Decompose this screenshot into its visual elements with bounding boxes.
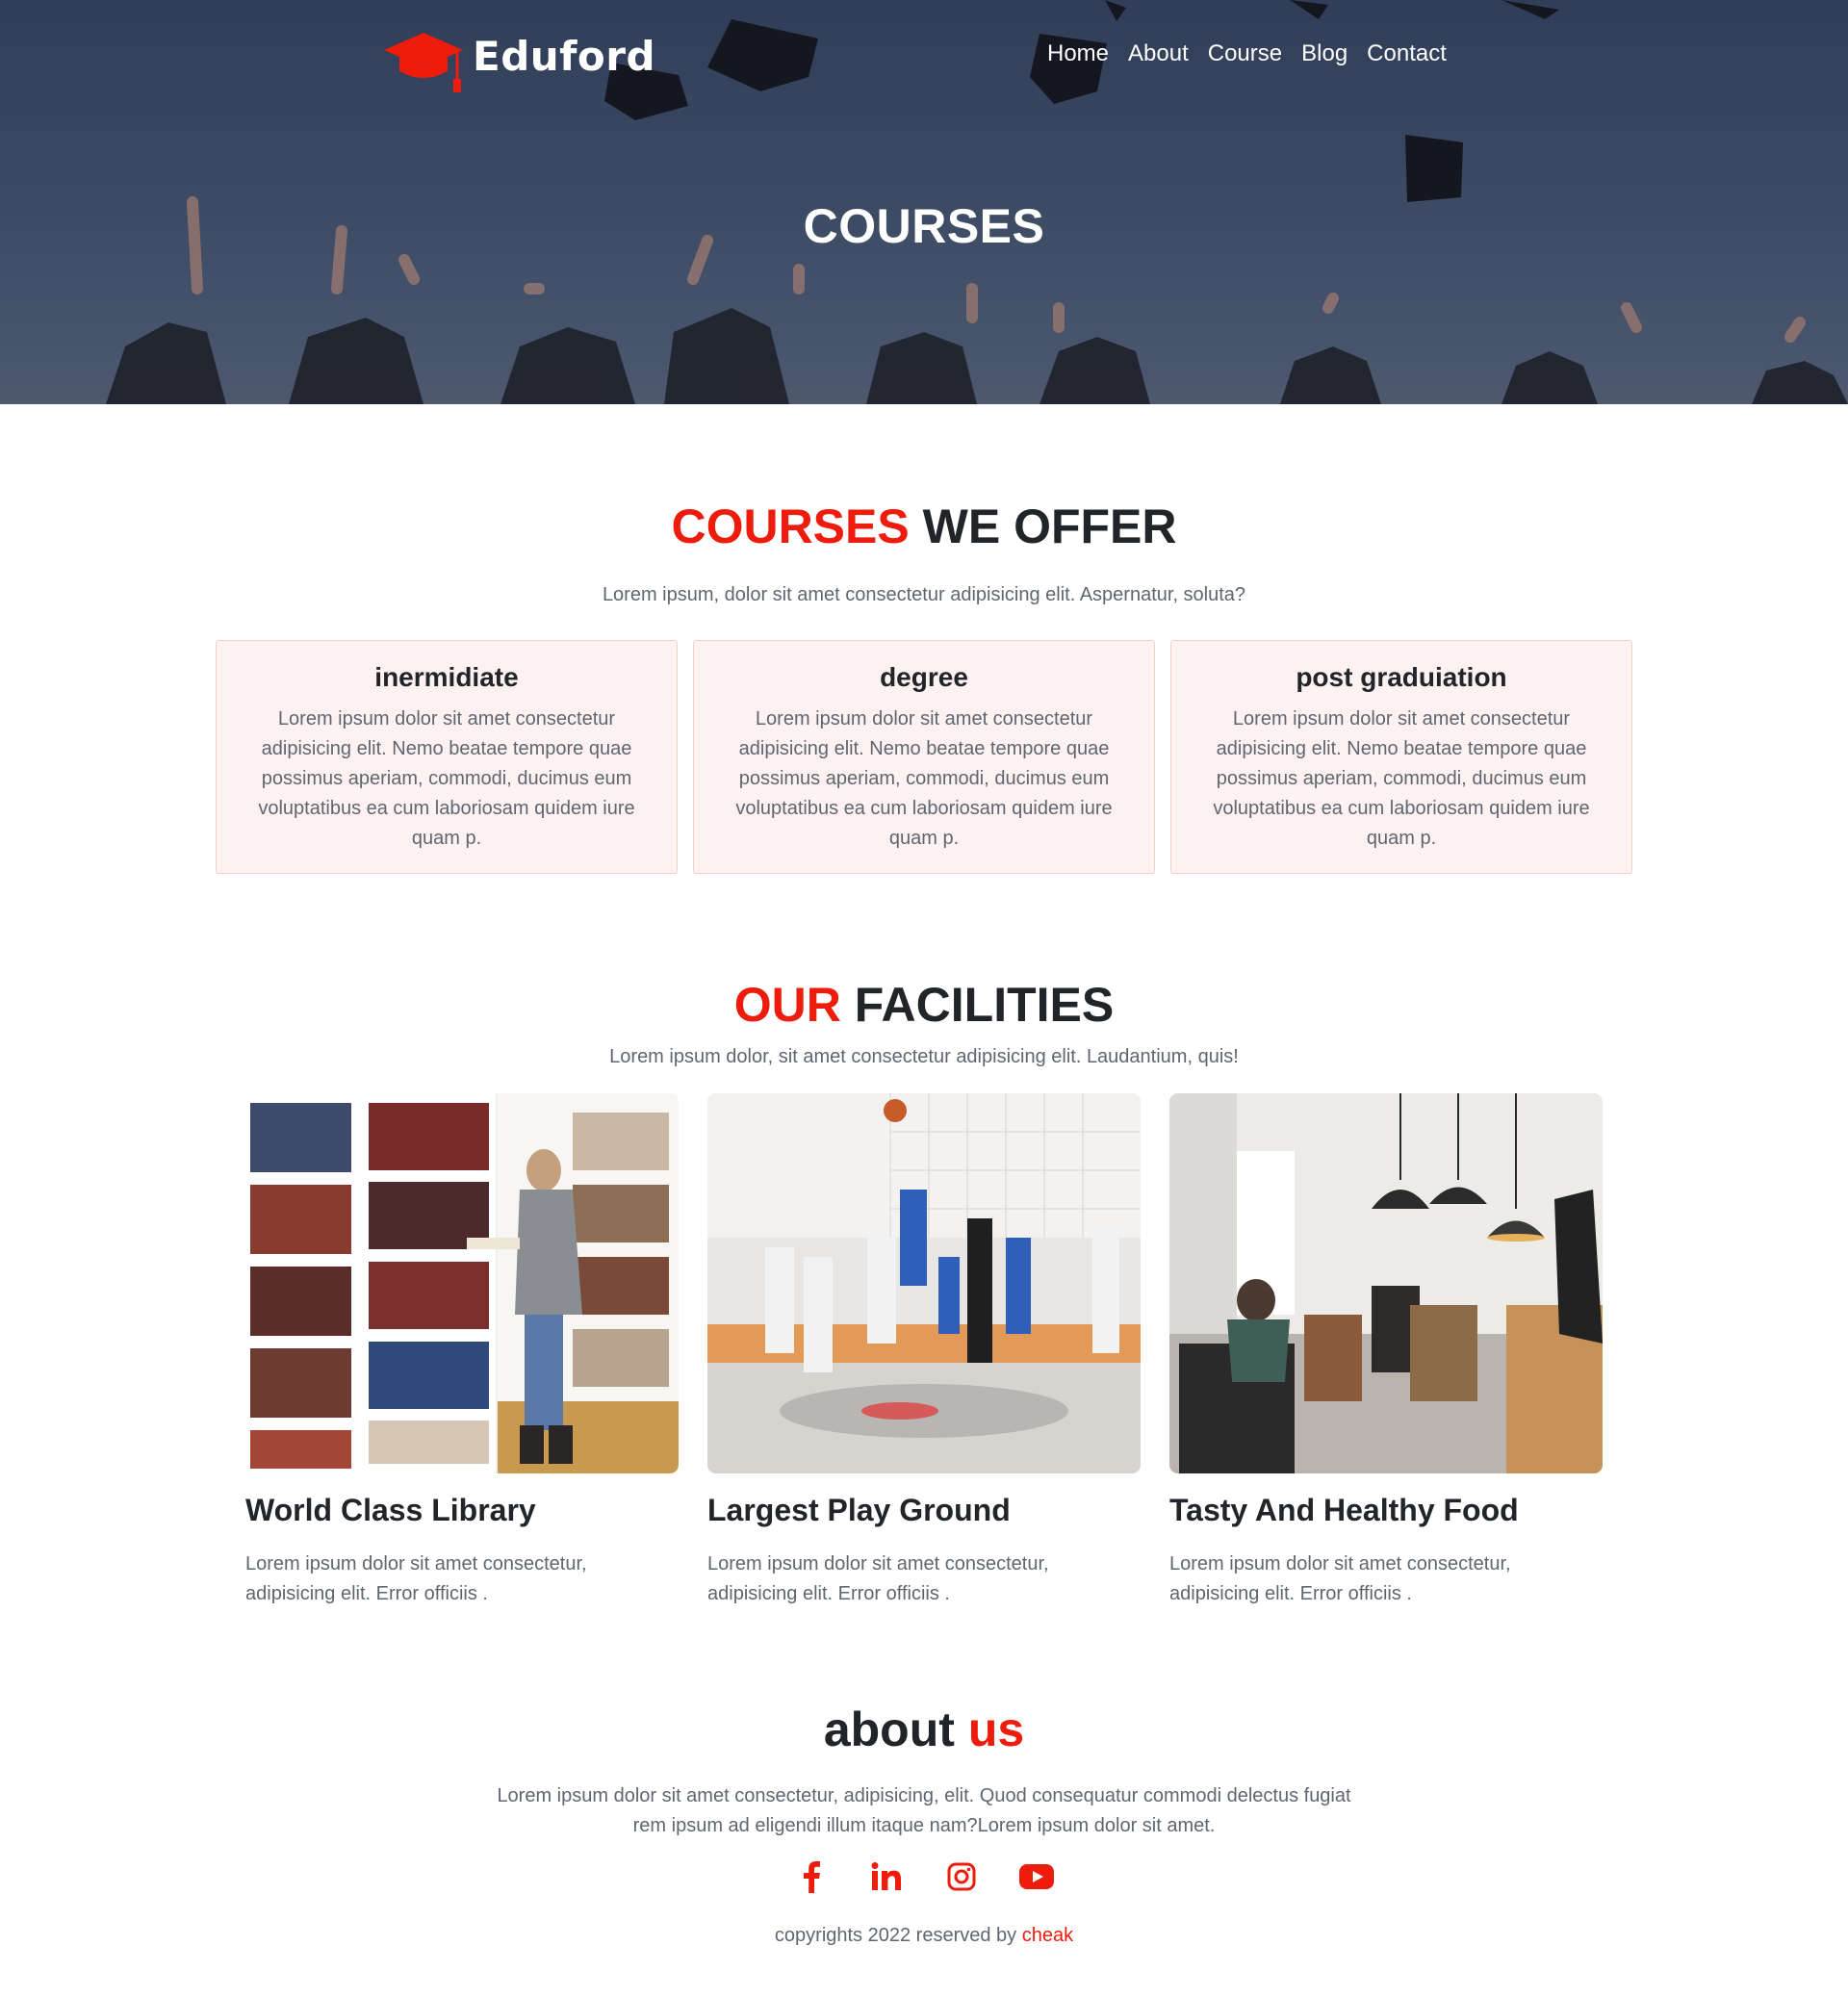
course-card-text: Lorem ipsum dolor sit amet consectetur a… bbox=[1213, 708, 1590, 849]
about-heading-dark: about bbox=[823, 1703, 955, 1756]
course-card-text: Lorem ipsum dolor sit amet consectetur a… bbox=[735, 708, 1113, 849]
facebook-icon[interactable] bbox=[792, 1857, 831, 1896]
course-card-intermediate: inermidiate Lorem ipsum dolor sit amet c… bbox=[216, 640, 678, 874]
courses-heading: COURSES WE OFFER bbox=[0, 499, 1848, 554]
facility-library: World Class Library Lorem ipsum dolor si… bbox=[245, 1093, 679, 1609]
about-text: Lorem ipsum dolor sit amet consectetur, … bbox=[497, 1785, 1351, 1836]
facility-title: Largest Play Ground bbox=[707, 1493, 1011, 1527]
facilities-heading: OUR FACILITIES bbox=[0, 977, 1848, 1033]
linkedin-icon[interactable] bbox=[867, 1857, 906, 1896]
course-card-title: degree bbox=[880, 662, 968, 692]
hero-banner: Eduford Home About Course Blog Contact C… bbox=[0, 0, 1848, 404]
copyright: copyrights 2022 reserved by cheak bbox=[0, 1925, 1848, 1947]
youtube-icon[interactable] bbox=[1017, 1857, 1056, 1896]
instagram-icon[interactable] bbox=[942, 1857, 981, 1896]
facility-title: World Class Library bbox=[245, 1493, 536, 1527]
about-heading: about us bbox=[0, 1702, 1848, 1757]
main-nav: Home About Course Blog Contact bbox=[1047, 40, 1466, 67]
brand-name: Eduford bbox=[473, 32, 656, 80]
copyright-link[interactable]: cheak bbox=[1022, 1925, 1073, 1946]
course-card-text: Lorem ipsum dolor sit amet consectetur a… bbox=[258, 708, 635, 849]
nav-course[interactable]: Course bbox=[1208, 40, 1282, 67]
courses-heading-rest: WE OFFER bbox=[922, 499, 1177, 553]
course-card-post-graduation: post graduiation Lorem ipsum dolor sit a… bbox=[1170, 640, 1632, 874]
facilities-heading-rest: FACILITIES bbox=[854, 978, 1115, 1032]
nav-blog[interactable]: Blog bbox=[1301, 40, 1348, 67]
library-image bbox=[245, 1093, 679, 1473]
graduation-cap-icon bbox=[384, 33, 463, 92]
course-card-title: post graduiation bbox=[1296, 662, 1507, 692]
facility-text: Lorem ipsum dolor sit amet consectetur, … bbox=[1169, 1553, 1511, 1604]
facility-title: Tasty And Healthy Food bbox=[1169, 1493, 1519, 1527]
facility-text: Lorem ipsum dolor sit amet consectetur, … bbox=[707, 1553, 1049, 1604]
nav-contact[interactable]: Contact bbox=[1367, 40, 1447, 67]
facility-playground: Largest Play Ground Lorem ipsum dolor si… bbox=[707, 1093, 1141, 1609]
courses-subtitle: Lorem ipsum, dolor sit amet consectetur … bbox=[602, 584, 1246, 605]
playground-image bbox=[707, 1093, 1141, 1473]
nav-about[interactable]: About bbox=[1128, 40, 1189, 67]
social-links bbox=[0, 1857, 1848, 1896]
about-heading-accent: us bbox=[967, 1703, 1025, 1756]
facility-text: Lorem ipsum dolor sit amet consectetur, … bbox=[245, 1553, 587, 1604]
hero-title: COURSES bbox=[803, 199, 1045, 253]
courses-heading-accent: COURSES bbox=[671, 499, 910, 553]
course-card-degree: degree Lorem ipsum dolor sit amet consec… bbox=[693, 640, 1155, 874]
nav-home[interactable]: Home bbox=[1047, 40, 1109, 67]
facility-food: Tasty And Healthy Food Lorem ipsum dolor… bbox=[1169, 1093, 1603, 1609]
cafeteria-image bbox=[1169, 1093, 1603, 1473]
course-card-title: inermidiate bbox=[374, 662, 519, 692]
facilities-heading-accent: OUR bbox=[733, 978, 841, 1032]
copyright-text: copyrights 2022 reserved by bbox=[774, 1925, 1022, 1946]
facilities-subtitle: Lorem ipsum dolor, sit amet consectetur … bbox=[609, 1046, 1239, 1067]
brand[interactable]: Eduford bbox=[380, 21, 655, 98]
